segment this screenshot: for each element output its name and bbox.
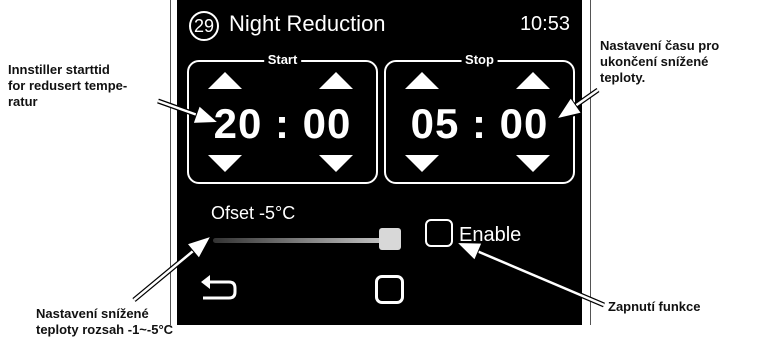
start-callout-arrow <box>157 99 217 122</box>
enable-callout-arrow <box>458 243 605 307</box>
stop-callout-arrow <box>558 88 599 118</box>
offset-callout-arrow <box>133 237 210 301</box>
callout-arrows <box>132 87 605 308</box>
